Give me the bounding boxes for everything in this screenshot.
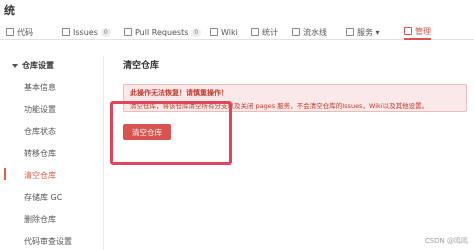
sidebar-item-clear-repo[interactable]: 清空仓库 — [24, 170, 56, 181]
tab-stats[interactable]: 统计 — [251, 24, 278, 40]
tab-label: Pull Requests — [135, 27, 189, 37]
tab-label: 代码 — [17, 27, 33, 37]
tab-pull-requests[interactable]: Pull Requests 0 — [124, 24, 202, 40]
stats-icon — [251, 28, 259, 36]
tab-pipeline[interactable]: 流水线 — [292, 24, 327, 40]
sidebar-item-delete-repo[interactable]: 删除仓库 — [24, 214, 56, 225]
sidebar-item-code-review[interactable]: 代码审查设置 — [24, 236, 72, 247]
tab-label: Issues — [73, 27, 98, 37]
tab-wiki[interactable]: Wiki — [210, 24, 238, 40]
sidebar-item-gc[interactable]: 存储库 GC — [24, 192, 62, 203]
pipeline-icon — [292, 28, 300, 36]
sidebar-item-repo-status[interactable]: 仓库状态 — [24, 126, 56, 137]
sidebar-header[interactable]: 仓库设置 — [12, 60, 54, 71]
sidebar-item-basic-info[interactable]: 基本信息 — [24, 82, 56, 93]
settings-icon — [404, 27, 412, 35]
tab-label: 管理 — [415, 26, 431, 36]
caret-down-icon — [12, 63, 18, 68]
wiki-icon — [210, 28, 218, 36]
tab-issues[interactable]: Issues 0 — [62, 24, 111, 40]
code-icon — [6, 28, 14, 36]
sidebar-item-features[interactable]: 功能设置 — [24, 104, 56, 115]
tab-label: 统计 — [262, 27, 278, 37]
highlight-annotation-box — [110, 101, 232, 165]
tab-label: Wiki — [221, 27, 238, 37]
alert-title: 此操作无法恢复！请慎重操作！ — [130, 89, 228, 97]
page-title: 统 — [4, 4, 15, 17]
services-icon — [346, 28, 354, 36]
pr-count-badge: 0 — [191, 27, 202, 37]
sidebar-header-label: 仓库设置 — [22, 61, 54, 70]
issues-count-badge: 0 — [100, 27, 111, 37]
watermark: CSDN @鸣鸣 — [424, 237, 468, 245]
pull-request-icon — [124, 28, 132, 36]
tab-manage[interactable]: 管理 — [404, 24, 431, 40]
tab-label: 流水线 — [303, 27, 327, 37]
issues-icon — [62, 28, 70, 36]
tab-label: 服务 ▾ — [357, 27, 380, 37]
settings-sidebar: 仓库设置 基本信息 功能设置 仓库状态 转移仓库 清空仓库 存储库 GC 删除仓… — [4, 56, 104, 250]
tab-code[interactable]: 代码 — [6, 24, 33, 40]
section-title: 清空仓库 — [123, 61, 160, 71]
active-item-marker — [4, 168, 6, 180]
sidebar-item-transfer[interactable]: 转移仓库 — [24, 148, 56, 159]
tab-services[interactable]: 服务 ▾ — [346, 24, 380, 40]
repo-tab-bar: 代码 Issues 0 Pull Requests 0 Wiki 统计 流水线 … — [0, 22, 474, 40]
